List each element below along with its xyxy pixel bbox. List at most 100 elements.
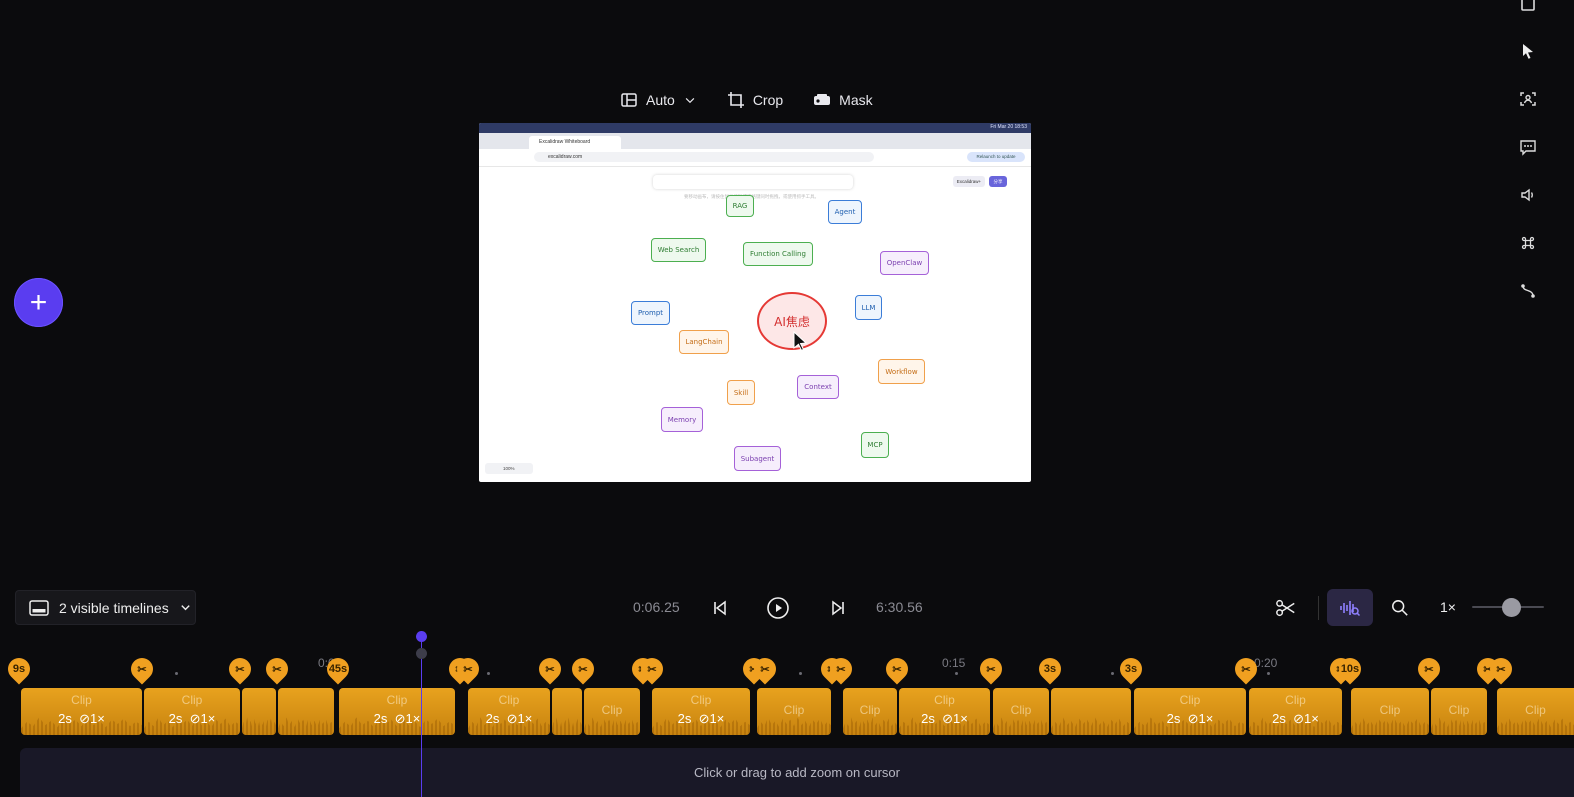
speed-icon: ⊘ [942, 711, 954, 726]
scissors-icon: ✂ [578, 663, 588, 676]
clip-speed: 1× [90, 711, 105, 726]
timeline-clip[interactable]: Clip [843, 688, 897, 735]
timeline-clip[interactable]: Clip 2s ⊘1× [652, 688, 750, 735]
cut-marker[interactable]: ✂ [452, 653, 484, 685]
ruler-tick [1111, 672, 1114, 675]
timeline-clip[interactable]: Clip 2s ⊘1× [468, 688, 550, 735]
mask-button[interactable]: Mask [813, 91, 873, 109]
ruler-tick [799, 672, 802, 675]
node-mcp: MCP [861, 432, 889, 458]
timeline-clip[interactable]: Clip [584, 688, 640, 735]
cut-marker[interactable]: 45s [322, 653, 354, 685]
timeline-clip[interactable]: Clip [757, 688, 831, 735]
cut-marker[interactable]: ✂ [126, 653, 158, 685]
timeline-clip[interactable] [242, 688, 276, 735]
timeline-clip[interactable]: Clip [993, 688, 1049, 735]
cut-marker[interactable]: ✂ [1485, 653, 1517, 685]
timeline-clip[interactable]: Clip [1497, 688, 1574, 735]
mouse-cursor-icon [793, 331, 808, 351]
scissors-icon: ✂ [463, 663, 473, 676]
node-langchain: LangChain [679, 330, 729, 354]
timeline-clip[interactable] [1051, 688, 1131, 735]
clip-duration: 2s [1166, 711, 1181, 726]
scissors-icon [1276, 599, 1295, 617]
speed-icon: ⊘ [189, 711, 201, 726]
speed-icon: ⊘ [698, 711, 710, 726]
timeline-clip[interactable]: Clip 2s ⊘1× [144, 688, 240, 735]
cut-marker[interactable]: ✂ [261, 653, 293, 685]
crop-icon [727, 92, 744, 108]
cursor-tool[interactable] [1510, 37, 1546, 65]
playhead-secondary-handle[interactable] [416, 648, 427, 659]
visible-timelines-label: 2 visible timelines [59, 599, 169, 616]
zoom-track[interactable]: Click or drag to add zoom on cursor [20, 748, 1574, 797]
cut-marker[interactable]: ✂ [1230, 653, 1262, 685]
clip-label: Clip [1010, 703, 1032, 717]
clip-label: Clip [498, 693, 520, 707]
crop-button[interactable]: Crop [727, 91, 783, 109]
zoom-button[interactable] [1388, 596, 1412, 620]
node-memory: Memory [661, 407, 703, 432]
cut-marker[interactable]: 3s [1115, 653, 1147, 685]
cut-marker[interactable]: ✂ [825, 653, 857, 685]
timeline-clip[interactable]: Clip 2s ⊘1× [339, 688, 455, 735]
scissors-icon: ✂ [235, 663, 245, 676]
clip-label: Clip [386, 693, 408, 707]
timeline-clip[interactable]: Clip 2s ⊘1× [21, 688, 142, 735]
scissors-icon: ✂ [1241, 663, 1251, 676]
timeline-clip[interactable] [278, 688, 334, 735]
cut-marker[interactable]: 9s [3, 653, 35, 685]
cut-marker[interactable]: ✂ [567, 653, 599, 685]
cut-marker[interactable]: ✂ [1413, 653, 1445, 685]
split-button[interactable] [1274, 596, 1298, 620]
frame-icon [1521, 0, 1535, 11]
visible-timelines-dropdown[interactable]: 2 visible timelines [15, 590, 196, 625]
timeline-clip[interactable]: Clip [1351, 688, 1429, 735]
video-preview[interactable]: Fri Mar 20 18:53 Excalidraw Whiteboard e… [479, 123, 1031, 482]
ruler-label: 0:20 [1254, 656, 1278, 670]
scissors-icon: ✂ [836, 663, 846, 676]
playhead-handle[interactable] [416, 631, 427, 642]
speed-icon: ⊘ [1293, 711, 1305, 726]
node-openclaw: OpenClaw [880, 251, 929, 275]
browser-url: excalidraw.com [534, 152, 874, 162]
timeline-zoom-slider-thumb[interactable] [1502, 598, 1522, 617]
motion-path-tool[interactable] [1510, 277, 1546, 305]
timeline-clip[interactable]: Clip 2s ⊘1× [1134, 688, 1246, 735]
crop-label: Crop [752, 92, 784, 108]
cut-marker[interactable]: ✂ [636, 653, 668, 685]
cut-marker[interactable]: ✂ [975, 653, 1007, 685]
camera-tool[interactable] [1510, 85, 1546, 113]
timeline-clip[interactable]: Clip 2s ⊘1× [1249, 688, 1342, 735]
shortcuts-tool[interactable] [1510, 229, 1546, 257]
timeline-clip[interactable]: Clip [1431, 688, 1487, 735]
current-time: 0:06.25 [633, 599, 680, 615]
clip-speed: 1× [517, 711, 533, 726]
layout-icon [621, 93, 637, 107]
cut-marker[interactable]: ✂ [534, 653, 566, 685]
audio-waveform-toggle[interactable] [1327, 589, 1373, 626]
preview-toolbar: Auto Crop Mask [620, 86, 873, 114]
speed-icon: ⊘ [506, 711, 518, 726]
frame-tool[interactable] [1510, 0, 1546, 19]
cut-marker[interactable]: 10s [1334, 653, 1366, 685]
cut-marker[interactable]: ✂ [881, 653, 913, 685]
layout-dropdown[interactable]: Auto [620, 91, 697, 109]
cut-marker[interactable]: 3s [1034, 653, 1066, 685]
cut-marker-duration: 9s [12, 663, 26, 675]
scissors-icon: ✂ [760, 663, 770, 676]
clip-label: Clip [859, 703, 881, 717]
cut-marker[interactable]: ✂ [224, 653, 256, 685]
skip-forward-button[interactable] [826, 596, 850, 620]
play-button[interactable] [766, 596, 790, 620]
scissors-icon: ✂ [1496, 663, 1506, 676]
node-web-search: Web Search [651, 238, 706, 262]
ruler-label: 0:15 [942, 656, 966, 670]
cut-marker[interactable]: ✂ [749, 653, 781, 685]
captions-tool[interactable] [1510, 133, 1546, 161]
timeline-clip[interactable] [552, 688, 582, 735]
audio-tool[interactable] [1510, 181, 1546, 209]
timeline-clip[interactable]: Clip 2s ⊘1× [899, 688, 990, 735]
skip-back-button[interactable] [708, 596, 732, 620]
add-button[interactable]: + [14, 278, 63, 327]
